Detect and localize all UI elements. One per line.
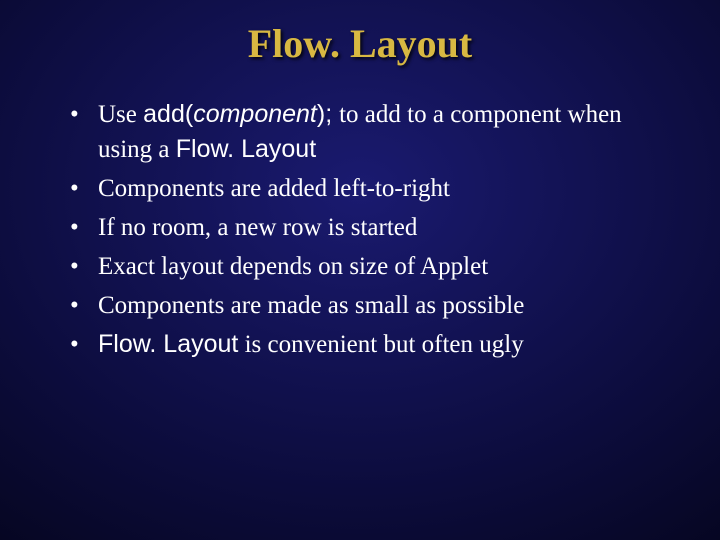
text: Use <box>98 101 143 128</box>
slide-title: Flow. Layout <box>40 20 680 67</box>
bullet-item: Components are made as small as possible <box>70 288 680 323</box>
text: is convenient but often ugly <box>238 331 523 358</box>
bullet-item: If no room, a new row is started <box>70 210 680 245</box>
bullet-item: Components are added left-to-right <box>70 171 680 206</box>
code-text: ); <box>317 100 339 128</box>
code-text: add( <box>143 100 193 128</box>
bullet-list: Use add(component); to add to a componen… <box>70 97 680 362</box>
slide: Flow. Layout Use add(component); to add … <box>0 0 720 540</box>
code-text: Flow. Layout <box>176 135 316 163</box>
bullet-item: Use add(component); to add to a componen… <box>70 97 680 167</box>
bullet-item: Exact layout depends on size of Applet <box>70 249 680 284</box>
bullet-item: Flow. Layout is convenient but often ugl… <box>70 327 680 362</box>
code-param: component <box>193 100 317 128</box>
code-text: Flow. Layout <box>98 330 238 358</box>
